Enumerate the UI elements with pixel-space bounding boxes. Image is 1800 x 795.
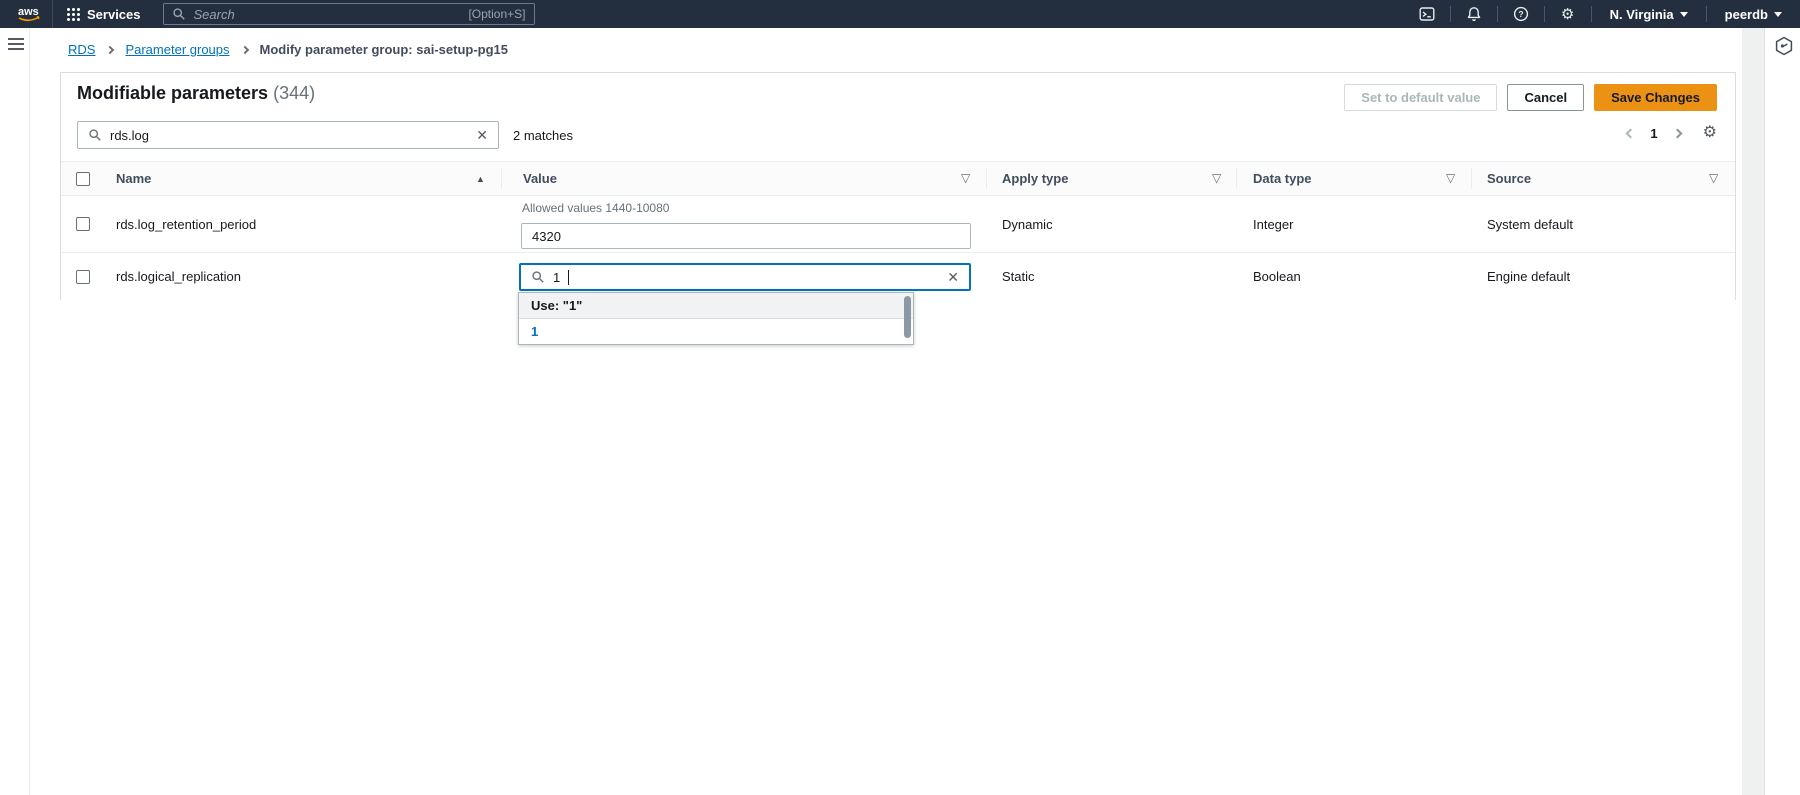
nav-divider xyxy=(1591,6,1592,22)
data-type-value: Boolean xyxy=(1253,253,1301,300)
clear-value-icon[interactable]: ✕ xyxy=(947,269,959,286)
parameter-value-input[interactable] xyxy=(521,223,971,249)
help-button[interactable]: ? xyxy=(1508,0,1534,28)
nav-divider xyxy=(1497,6,1498,22)
source-value: System default xyxy=(1487,196,1573,252)
previous-page-icon[interactable] xyxy=(1626,128,1636,138)
suggested-value-option[interactable]: 1 xyxy=(519,319,913,344)
filter-column-icon[interactable]: ▽ xyxy=(1212,171,1221,185)
column-header-value[interactable]: Value xyxy=(523,162,557,195)
notifications-button[interactable] xyxy=(1461,0,1487,28)
account-label: peerdb xyxy=(1725,7,1768,22)
parameter-filter-input[interactable]: ✕ xyxy=(77,121,499,149)
breadcrumb-current-page: Modify parameter group: sai-setup-pg15 xyxy=(260,42,508,57)
cancel-button[interactable]: Cancel xyxy=(1507,84,1584,111)
parameter-count: (344) xyxy=(273,83,315,103)
chevron-right-icon xyxy=(106,45,114,53)
column-header-name[interactable]: Name xyxy=(116,162,151,195)
side-panel-hexagon-icon[interactable] xyxy=(1774,36,1794,56)
search-icon xyxy=(531,270,545,284)
value-suggestions-dropdown: Use: "1" 1 xyxy=(518,292,914,345)
pagination: 1 ⚙ xyxy=(1627,125,1717,141)
table-header-row: Name ▲ Value ▽ Apply type ▽ Data type ▽ … xyxy=(61,161,1735,196)
aws-logo[interactable]: aws xyxy=(12,3,46,25)
question-circle-icon: ? xyxy=(1513,6,1529,22)
nav-divider xyxy=(1706,6,1707,22)
action-buttons: Set to default value Cancel Save Changes xyxy=(1344,84,1717,111)
gear-icon: ⚙ xyxy=(1561,7,1574,22)
chevron-down-icon xyxy=(1680,12,1688,17)
clear-filter-icon[interactable]: ✕ xyxy=(476,127,488,144)
sort-ascending-icon[interactable]: ▲ xyxy=(476,174,485,184)
nav-divider xyxy=(1544,6,1545,22)
search-icon xyxy=(172,7,186,21)
column-divider xyxy=(1236,168,1237,189)
select-all-checkbox[interactable] xyxy=(76,172,90,186)
right-tools-rail xyxy=(1764,28,1800,795)
dropdown-scrollbar[interactable] xyxy=(904,296,911,338)
column-header-apply-type[interactable]: Apply type xyxy=(1002,162,1068,195)
table-preferences-gear-icon[interactable]: ⚙ xyxy=(1703,125,1717,141)
text-cursor xyxy=(568,270,569,285)
apply-type-value: Static xyxy=(1002,253,1035,300)
parameter-filter-value[interactable] xyxy=(110,128,468,143)
breadcrumb: RDS Parameter groups Modify parameter gr… xyxy=(68,42,508,57)
cloudshell-button[interactable] xyxy=(1414,0,1440,28)
chevron-right-icon xyxy=(240,45,248,53)
nav-divider xyxy=(1450,6,1451,22)
filter-column-icon[interactable]: ▽ xyxy=(1446,171,1455,185)
services-grid-icon xyxy=(67,8,80,21)
top-navigation-bar: aws Services Search [Option+S] xyxy=(0,0,1800,28)
modifiable-parameters-card: Modifiable parameters (344) Set to defau… xyxy=(60,72,1736,300)
column-divider xyxy=(501,168,502,189)
search-shortcut-hint: [Option+S] xyxy=(468,7,525,21)
parameters-table: Name ▲ Value ▽ Apply type ▽ Data type ▽ … xyxy=(61,161,1735,300)
breadcrumb-rds-link[interactable]: RDS xyxy=(68,42,95,57)
global-search-input[interactable]: Search [Option+S] xyxy=(163,3,535,25)
parameter-name: rds.log_retention_period xyxy=(116,196,256,252)
nav-divider xyxy=(52,0,53,28)
source-value: Engine default xyxy=(1487,253,1570,300)
page-title: Modifiable parameters (344) xyxy=(77,83,315,104)
parameter-name: rds.logical_replication xyxy=(116,253,241,300)
account-menu[interactable]: peerdb xyxy=(1717,7,1790,22)
filter-column-icon[interactable]: ▽ xyxy=(961,171,970,185)
column-divider xyxy=(986,168,987,189)
row-checkbox[interactable] xyxy=(76,270,90,284)
page-scrollbar-track[interactable] xyxy=(1742,28,1764,795)
column-header-source[interactable]: Source xyxy=(1487,162,1531,195)
chevron-down-icon xyxy=(1774,12,1782,17)
bell-icon xyxy=(1466,6,1482,22)
region-selector[interactable]: N. Virginia xyxy=(1602,7,1696,22)
use-typed-value-option[interactable]: Use: "1" xyxy=(519,293,913,319)
search-placeholder: Search xyxy=(194,7,461,22)
value-search-select-input[interactable]: 1 ✕ xyxy=(519,263,971,291)
svg-text:?: ? xyxy=(1518,9,1523,19)
search-select-query: 1 xyxy=(553,270,560,285)
breadcrumb-parameter-groups-link[interactable]: Parameter groups xyxy=(125,42,229,57)
next-page-icon[interactable] xyxy=(1672,128,1682,138)
cloudshell-terminal-icon xyxy=(1419,6,1435,22)
services-menu-button[interactable]: Services xyxy=(59,0,149,28)
current-page-number[interactable]: 1 xyxy=(1650,126,1657,141)
data-type-value: Integer xyxy=(1253,196,1293,252)
apply-type-value: Dynamic xyxy=(1002,196,1053,252)
region-label: N. Virginia xyxy=(1610,7,1674,22)
svg-text:aws: aws xyxy=(18,6,39,18)
services-label: Services xyxy=(87,7,141,22)
filter-column-icon[interactable]: ▽ xyxy=(1709,171,1718,185)
match-count: 2 matches xyxy=(513,128,573,143)
settings-button[interactable]: ⚙ xyxy=(1555,0,1581,28)
row-checkbox[interactable] xyxy=(76,217,90,231)
rds-modify-parameter-group-page: aws Services Search [Option+S] xyxy=(0,0,1800,795)
hamburger-menu-icon[interactable] xyxy=(8,38,24,50)
save-changes-button[interactable]: Save Changes xyxy=(1594,84,1717,111)
left-sidebar-rail xyxy=(0,28,30,795)
table-row: rds.log_retention_period Allowed values … xyxy=(61,196,1735,253)
allowed-values-hint: Allowed values 1440-10080 xyxy=(522,201,669,215)
column-divider xyxy=(1471,168,1472,189)
column-header-data-type[interactable]: Data type xyxy=(1253,162,1312,195)
search-icon xyxy=(88,128,102,142)
set-to-default-button[interactable]: Set to default value xyxy=(1344,84,1497,111)
